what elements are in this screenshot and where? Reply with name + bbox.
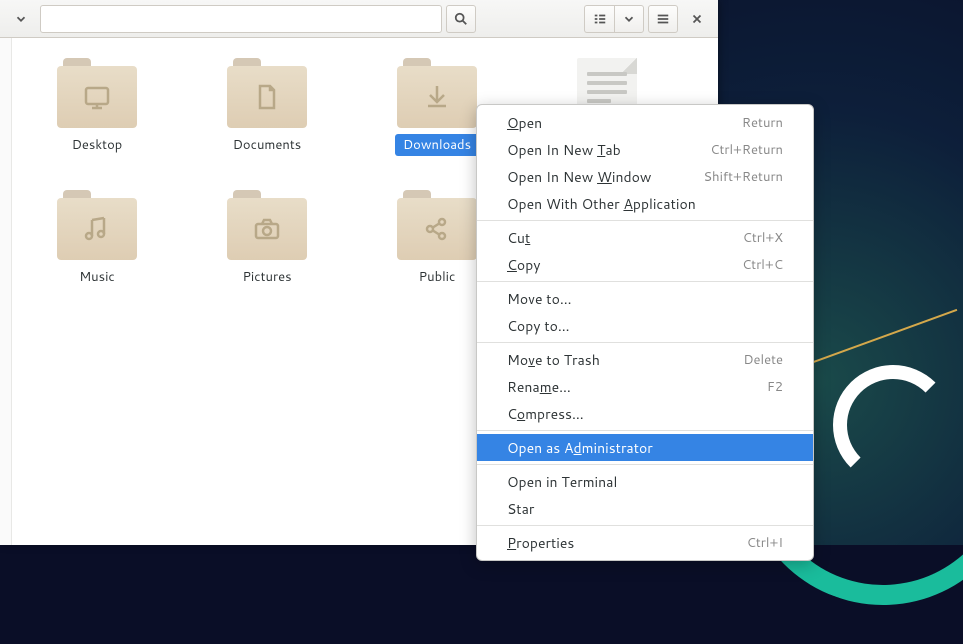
folder-icon bbox=[397, 58, 477, 128]
menu-item-label: Open in Terminal bbox=[507, 472, 617, 492]
context-menu: OpenReturnOpen In New TabCtrl+ReturnOpen… bbox=[476, 104, 814, 561]
folder-icon bbox=[227, 58, 307, 128]
menu-item-compress[interactable]: Compress… bbox=[477, 400, 813, 427]
menu-item-label: Open In New Window bbox=[507, 167, 651, 187]
menu-item-open-as-administrator[interactable]: Open as Administrator bbox=[477, 434, 813, 461]
list-icon bbox=[593, 12, 607, 26]
menu-item-move-to-trash[interactable]: Move to Trash Delete bbox=[477, 346, 813, 373]
menu-item-rename[interactable]: Rename… F2 bbox=[477, 373, 813, 400]
toolbar bbox=[0, 0, 718, 38]
view-switcher bbox=[584, 5, 644, 33]
menu-item-label: Properties bbox=[507, 533, 574, 553]
menu-item-label: Open In New Tab bbox=[507, 140, 621, 160]
folder-icon bbox=[397, 190, 477, 260]
menu-separator bbox=[477, 220, 813, 221]
view-dropdown-button[interactable] bbox=[614, 5, 644, 33]
menu-item-label: Open With Other Application bbox=[507, 194, 696, 214]
chevron-down-icon bbox=[622, 12, 636, 26]
path-bar[interactable] bbox=[40, 5, 442, 33]
menu-item-open-in-new-tab[interactable]: Open In New Tab Ctrl+Return bbox=[477, 136, 813, 163]
file-label: Pictures bbox=[234, 266, 299, 288]
menu-item-properties[interactable]: Properties Ctrl+I bbox=[477, 529, 813, 556]
menu-item-open[interactable]: Open Return bbox=[477, 109, 813, 136]
sidebar-sliver bbox=[0, 38, 12, 545]
file-item-music[interactable]: Music bbox=[42, 190, 152, 288]
menu-item-accel: F2 bbox=[767, 378, 783, 396]
menu-separator bbox=[477, 430, 813, 431]
close-icon bbox=[690, 12, 704, 26]
menu-item-accel: Ctrl+C bbox=[742, 256, 783, 274]
file-label: Public bbox=[411, 266, 464, 288]
menu-item-cut[interactable]: Cut Ctrl+X bbox=[477, 224, 813, 251]
menu-item-copy-to[interactable]: Copy to… bbox=[477, 312, 813, 339]
folder-icon bbox=[57, 190, 137, 260]
menu-item-accel: Ctrl+X bbox=[743, 229, 783, 247]
menu-item-accel: Ctrl+I bbox=[747, 534, 783, 552]
file-label: Desktop bbox=[64, 134, 131, 156]
back-dropdown-button[interactable] bbox=[6, 5, 36, 33]
menu-item-label: Star bbox=[507, 499, 534, 519]
file-item-documents[interactable]: Documents bbox=[212, 58, 322, 160]
menu-separator bbox=[477, 525, 813, 526]
hamburger-menu-button[interactable] bbox=[648, 5, 678, 33]
menu-item-label: Compress… bbox=[507, 404, 584, 424]
view-list-button[interactable] bbox=[584, 5, 614, 33]
menu-item-accel: Return bbox=[742, 114, 783, 132]
menu-item-move-to[interactable]: Move to… bbox=[477, 285, 813, 312]
menu-separator bbox=[477, 281, 813, 282]
menu-item-accel: Delete bbox=[743, 351, 783, 369]
search-icon bbox=[454, 12, 468, 26]
menu-item-label: Copy to… bbox=[507, 316, 570, 336]
file-item-desktop[interactable]: Desktop bbox=[42, 58, 152, 160]
folder-icon bbox=[227, 190, 307, 260]
menu-item-copy[interactable]: Copy Ctrl+C bbox=[477, 251, 813, 278]
search-button[interactable] bbox=[446, 5, 476, 33]
menu-item-accel: Shift+Return bbox=[703, 168, 783, 186]
file-item-pictures[interactable]: Pictures bbox=[212, 190, 322, 288]
menu-item-label: Open as Administrator bbox=[507, 438, 653, 458]
menu-item-label: Open bbox=[507, 113, 542, 133]
file-label: Music bbox=[71, 266, 123, 288]
menu-item-star[interactable]: Star bbox=[477, 495, 813, 522]
menu-item-open-in-new-window[interactable]: Open In New Window Shift+Return bbox=[477, 163, 813, 190]
menu-item-label: Move to Trash bbox=[507, 350, 600, 370]
file-label: Downloads bbox=[395, 134, 479, 156]
menu-item-label: Cut bbox=[507, 228, 530, 248]
menu-item-label: Move to… bbox=[507, 289, 572, 309]
hamburger-icon bbox=[656, 12, 670, 26]
menu-item-open-with-other-application[interactable]: Open With Other Application bbox=[477, 190, 813, 217]
close-button[interactable] bbox=[682, 5, 712, 33]
menu-separator bbox=[477, 342, 813, 343]
menu-item-open-in-terminal[interactable]: Open in Terminal bbox=[477, 468, 813, 495]
menu-item-label: Copy bbox=[507, 255, 541, 275]
file-label: Documents bbox=[225, 134, 310, 156]
menu-separator bbox=[477, 464, 813, 465]
menu-item-label: Rename… bbox=[507, 377, 571, 397]
menu-item-accel: Ctrl+Return bbox=[710, 141, 783, 159]
folder-icon bbox=[57, 58, 137, 128]
